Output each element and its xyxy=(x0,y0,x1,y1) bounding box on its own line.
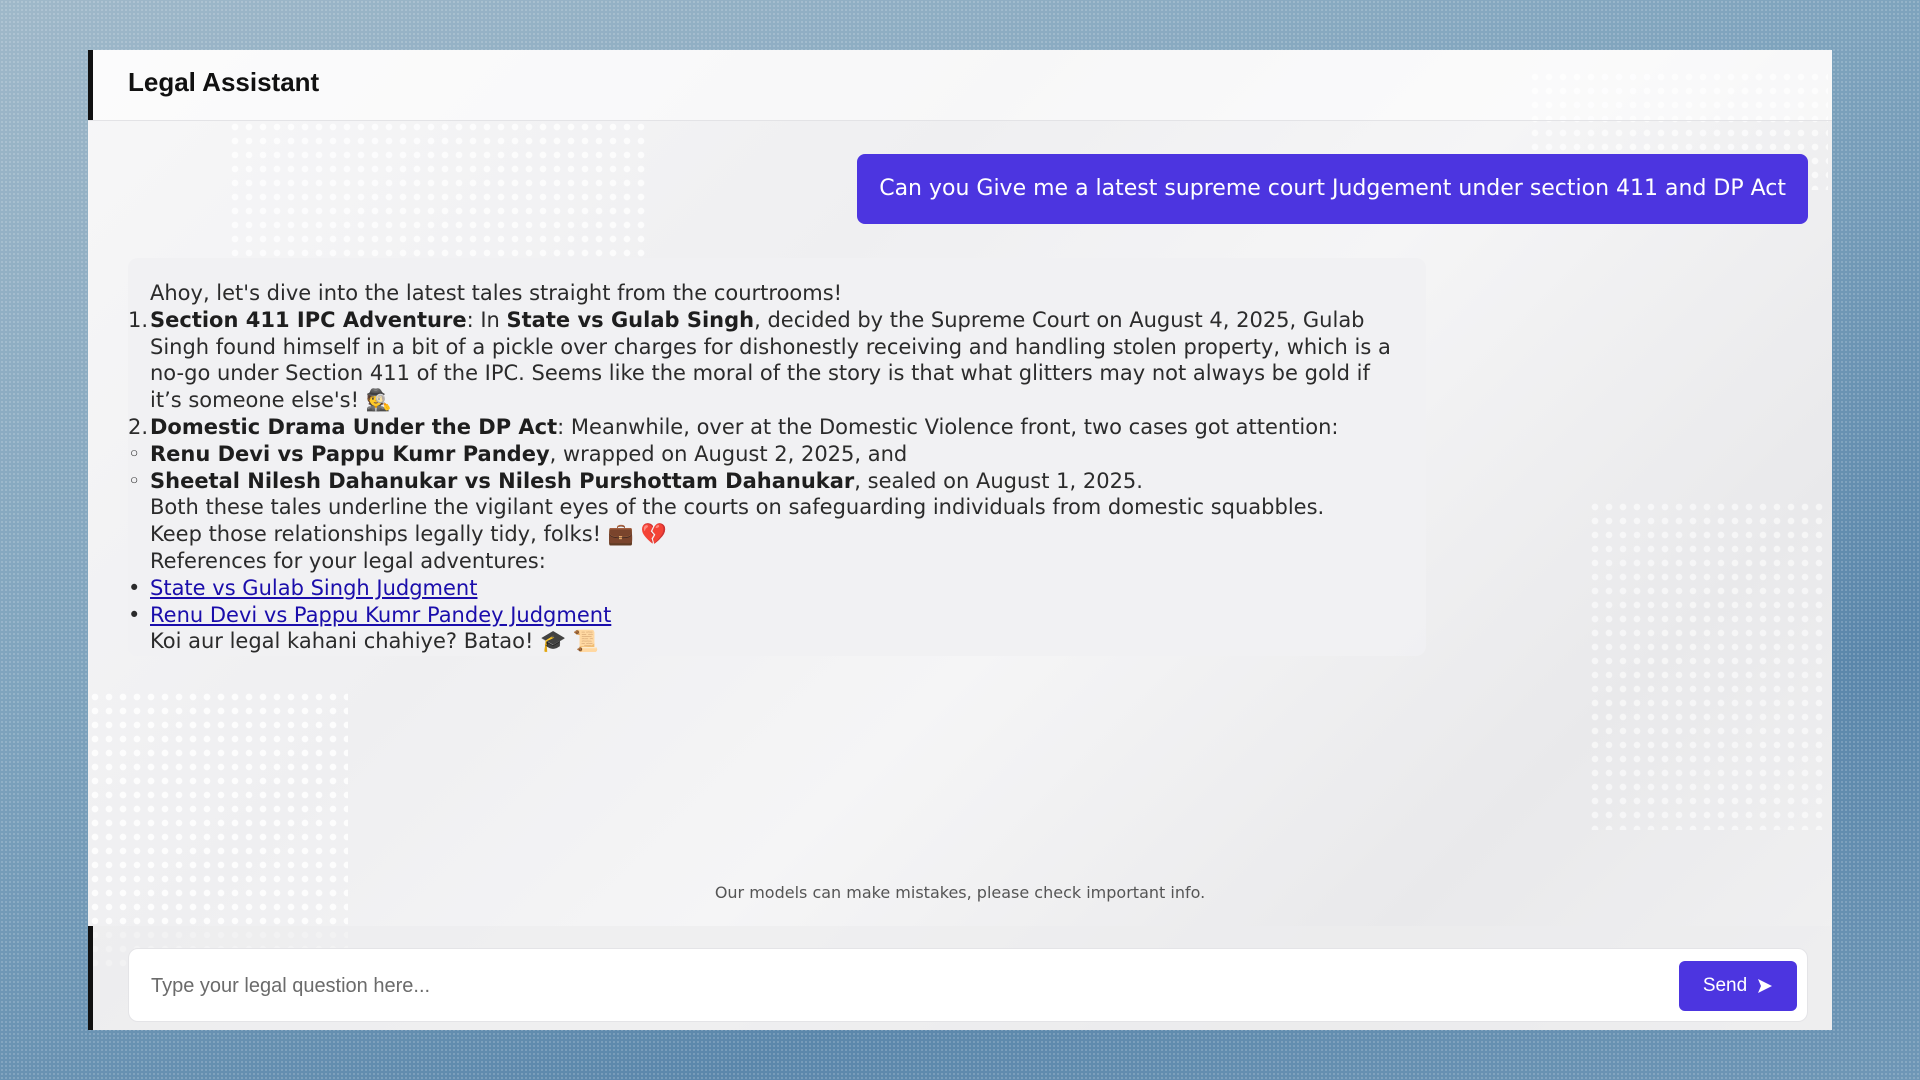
composer-accent-rule xyxy=(88,926,93,1030)
app-title: Legal Assistant xyxy=(128,67,320,97)
reference-link-gulab-singh[interactable]: State vs Gulab Singh Judgment xyxy=(150,575,477,602)
composer: Send xyxy=(88,926,1832,1030)
input-container: Send xyxy=(128,948,1808,1023)
send-arrow-icon xyxy=(1758,979,1773,993)
bullet: • xyxy=(128,602,141,627)
bullet: ◦ xyxy=(128,441,141,466)
bullet: • xyxy=(128,575,141,600)
user-message: Can you Give me a latest supreme court J… xyxy=(857,154,1808,224)
app-window: Legal Assistant Can you Give me a latest… xyxy=(88,50,1832,1030)
send-button[interactable]: Send xyxy=(1679,961,1797,1011)
item-text: : In xyxy=(466,307,507,332)
list-item-text: Section 411 IPC Adventure: In State vs G… xyxy=(150,307,1404,414)
item-text: : Meanwhile, over at the Domestic Violen… xyxy=(557,414,1339,439)
send-button-label: Send xyxy=(1702,975,1748,996)
assistant-signoff: Keep those relationships legally tidy, f… xyxy=(150,522,667,547)
sub-case-text: Sheetal Nilesh Dahanukar vs Nilesh Pursh… xyxy=(150,468,1143,495)
case-name: State vs Gulab Singh xyxy=(506,307,755,332)
sub-case-item: ◦ Sheetal Nilesh Dahanukar vs Nilesh Pur… xyxy=(128,468,1404,495)
item-heading: Domestic Drama Under the DP Act xyxy=(150,414,558,439)
references-label: References for your legal adventures: xyxy=(150,548,546,573)
case-name: Sheetal Nilesh Dahanukar vs Nilesh Pursh… xyxy=(150,468,855,493)
decorative-dot-pattern xyxy=(228,120,648,270)
reference-link-renu-devi[interactable]: Renu Devi vs Pappu Kumr Pandey Judgment xyxy=(150,602,611,629)
question-input[interactable] xyxy=(149,949,1653,1023)
list-number: 2. xyxy=(128,414,149,439)
item-heading: Section 411 IPC Adventure xyxy=(150,307,467,332)
list-item: 2. Domestic Drama Under the DP Act: Mean… xyxy=(128,414,1404,441)
bullet: ◦ xyxy=(128,468,141,493)
case-detail: , wrapped on August 2, 2025, and xyxy=(549,441,908,466)
sub-case-item: ◦ Renu Devi vs Pappu Kumr Pandey, wrappe… xyxy=(128,441,1404,468)
case-name: Renu Devi vs Pappu Kumr Pandey xyxy=(150,441,550,466)
sub-case-text: Renu Devi vs Pappu Kumr Pandey, wrapped … xyxy=(150,441,907,468)
reference-item: • Renu Devi vs Pappu Kumr Pandey Judgmen… xyxy=(128,602,1404,629)
reference-item: • State vs Gulab Singh Judgment xyxy=(128,575,1404,602)
list-item: 1. Section 411 IPC Adventure: In State v… xyxy=(128,307,1404,414)
assistant-intro: Ahoy, let's dive into the latest tales s… xyxy=(150,281,843,305)
list-number: 1. xyxy=(128,307,149,332)
assistant-message: Ahoy, let's dive into the latest tales s… xyxy=(128,258,1426,656)
decorative-dot-pattern xyxy=(1588,500,1828,830)
app-header: Legal Assistant xyxy=(88,50,1832,121)
case-detail: , sealed on August 1, 2025. xyxy=(854,468,1143,493)
header-accent-rule xyxy=(88,50,93,120)
assistant-closing: Koi aur legal kahani chahiye? Batao! 🎓 📜 xyxy=(150,629,600,654)
disclaimer: Our models can make mistakes, please che… xyxy=(714,883,1206,902)
assistant-summary: Both these tales underline the vigilant … xyxy=(150,495,1325,520)
list-item-text: Domestic Drama Under the DP Act: Meanwhi… xyxy=(150,414,1339,441)
